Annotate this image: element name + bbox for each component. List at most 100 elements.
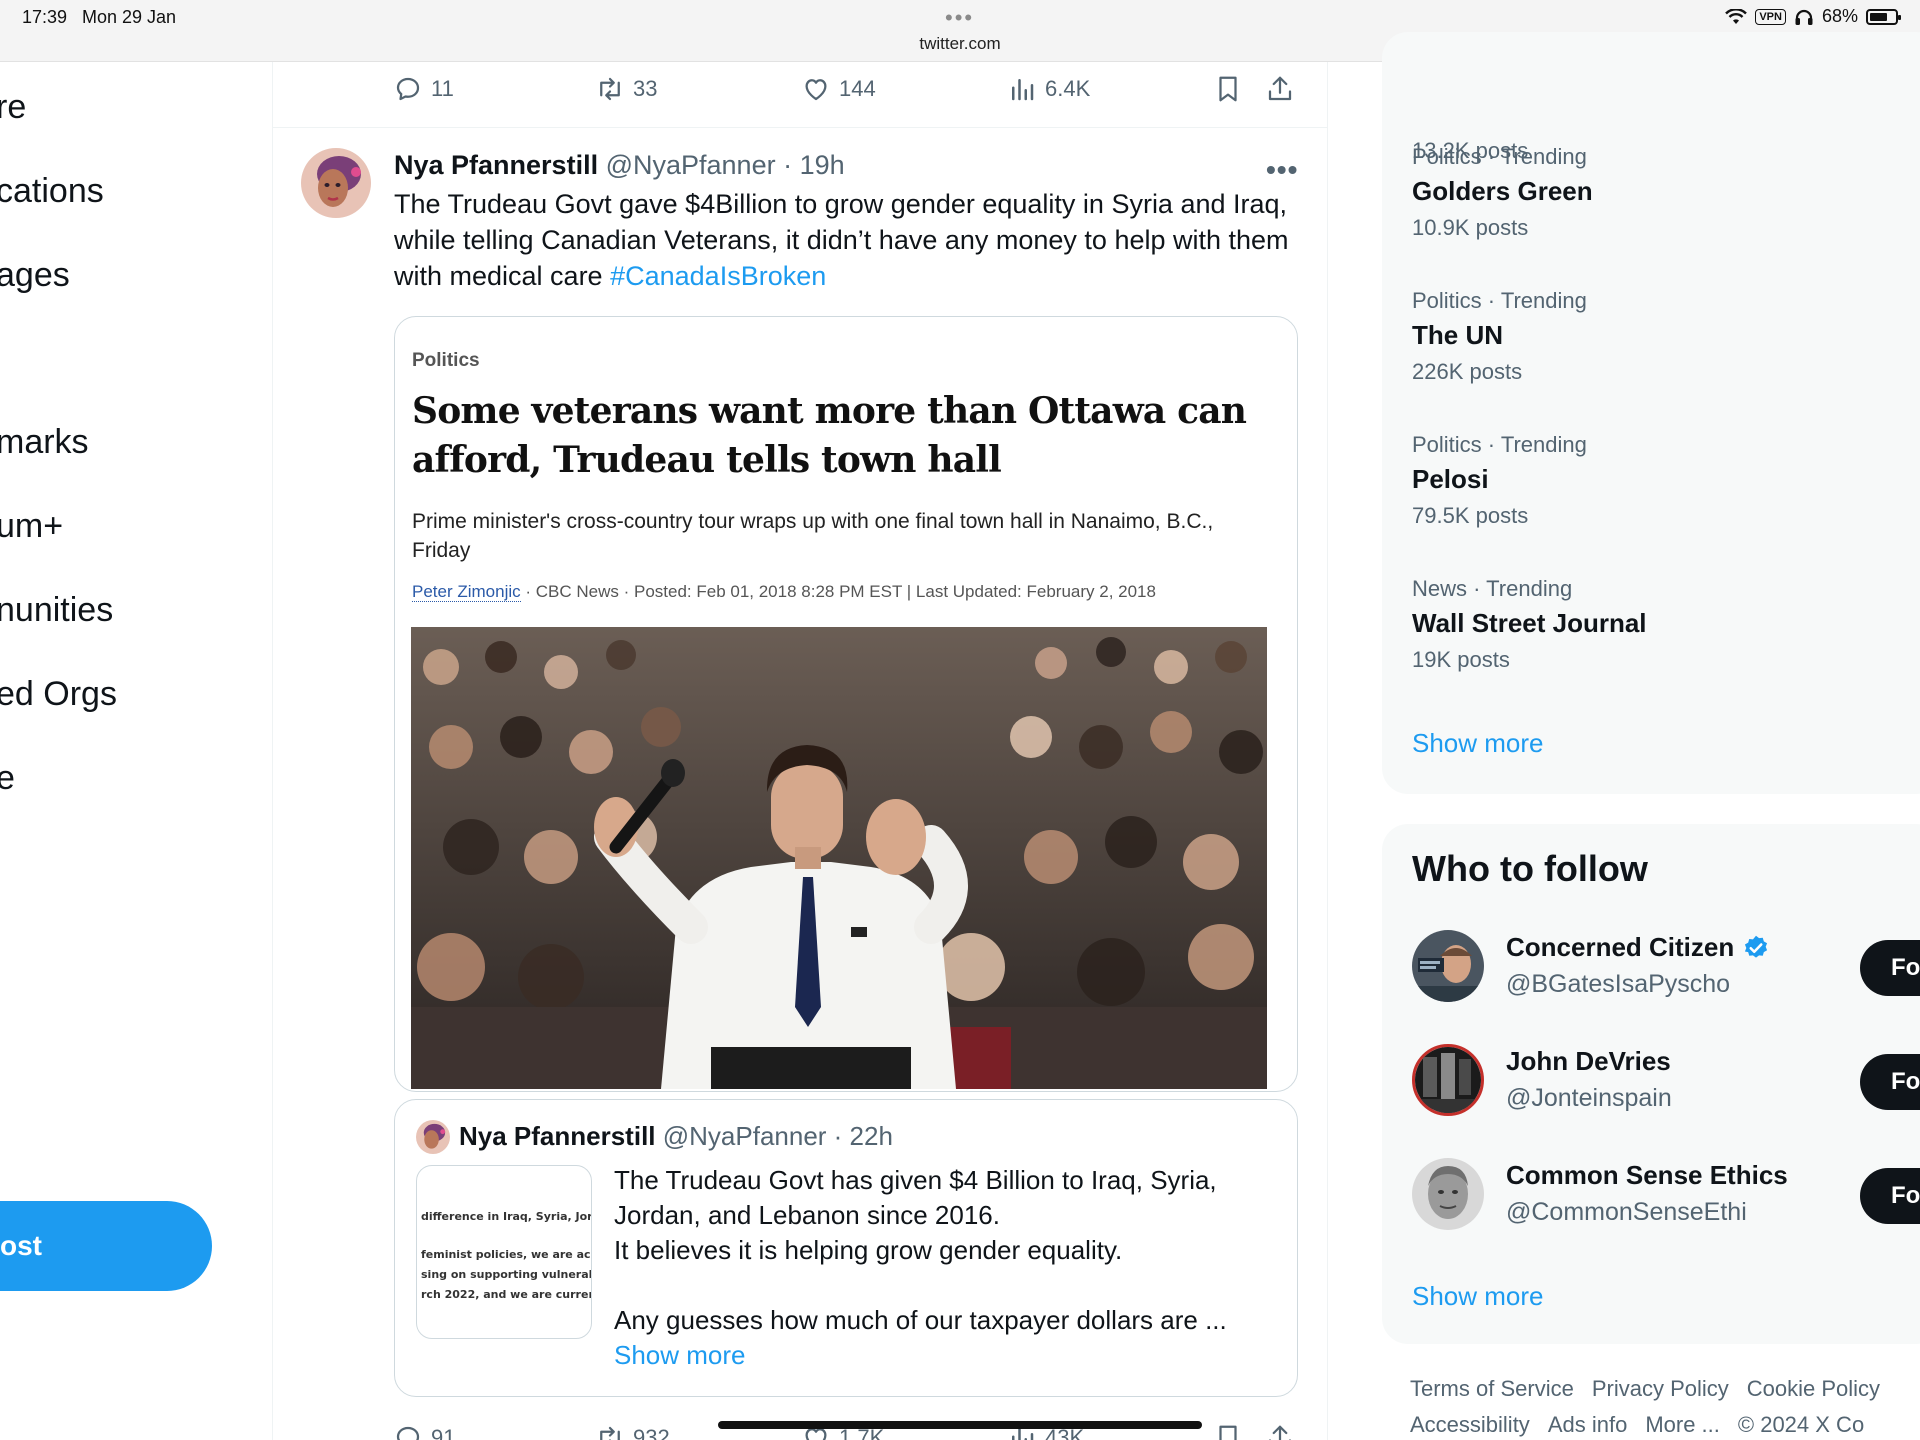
footer-link[interactable]: Terms of Service: [1410, 1376, 1574, 1401]
nav-item-explore[interactable]: re: [0, 88, 26, 127]
nav-item-premium[interactable]: um+: [0, 507, 63, 546]
repost-icon: [600, 1426, 620, 1440]
article-photo: [411, 627, 1267, 1089]
hashtag-link[interactable]: #CanadaIsBroken: [610, 261, 826, 291]
who-to-follow-title: Who to follow: [1412, 848, 1648, 889]
battery-percent: 68%: [1821, 6, 1858, 26]
post-button[interactable]: ost: [0, 1201, 212, 1291]
follow-button[interactable]: Follo: [1860, 1054, 1920, 1110]
share-icon: [1268, 1425, 1292, 1440]
tweet-author[interactable]: Nya Pfannerstill @NyaPfanner · 19h: [394, 150, 845, 181]
quoted-show-more-link[interactable]: Show more: [614, 1340, 746, 1371]
trend-context: News · Trending: [1412, 576, 1573, 601]
nav-item-profile[interactable]: e: [0, 759, 15, 798]
footer-link[interactable]: More ...: [1645, 1412, 1720, 1437]
home-indicator[interactable]: [718, 1421, 1202, 1429]
right-sidebar: 13.2K posts Politics · Trending Golders …: [1382, 32, 1920, 1440]
tweet-avatar[interactable]: [301, 148, 371, 218]
tweet-body: The Trudeau Govt gave $4Billion to grow …: [394, 189, 1289, 291]
trend-context: Politics · Trending: [1412, 288, 1587, 313]
byline-author-link[interactable]: Peter Zimonjic: [412, 582, 521, 602]
reply-button[interactable]: 11: [393, 74, 454, 104]
card-category: Politics: [412, 350, 480, 371]
quoted-author-name[interactable]: Nya Pfannerstill: [459, 1121, 656, 1151]
trend-item[interactable]: Politics · Trending Golders Green 10.9K …: [1412, 144, 1593, 241]
analytics-icon: [1012, 79, 1034, 101]
author-name[interactable]: Nya Pfannerstill: [394, 150, 598, 180]
trend-item[interactable]: News · Trending Wall Street Journal 19K …: [1412, 576, 1647, 673]
trends-panel: 13.2K posts Politics · Trending Golders …: [1382, 32, 1920, 794]
share-button[interactable]: [1265, 74, 1295, 104]
thumb-text-line: rch 2022, and we are currently: [421, 1288, 591, 1301]
follow-button[interactable]: Follo: [1860, 940, 1920, 996]
trends-show-more-link[interactable]: Show more: [1412, 728, 1544, 759]
card-byline: Peter Zimonjic · CBC News · Posted: Feb …: [412, 582, 1156, 602]
nav-item-verified-orgs[interactable]: ed Orgs: [0, 675, 117, 714]
suggestion-avatar[interactable]: [1412, 930, 1484, 1002]
nav-item-notifications[interactable]: cations: [0, 172, 104, 211]
quoted-tweet[interactable]: Nya Pfannerstill @NyaPfanner · 22h diffe…: [394, 1099, 1298, 1397]
tweet-divider: [273, 127, 1327, 128]
suggestion-name-row[interactable]: Concerned Citizen: [1506, 932, 1770, 963]
trend-name: Golders Green: [1412, 176, 1593, 206]
views-button[interactable]: 6.4K: [1007, 74, 1090, 104]
like-button[interactable]: 144: [801, 74, 876, 104]
share-icon: [1268, 76, 1292, 101]
nav-item-bookmarks[interactable]: marks: [0, 423, 89, 462]
footer-link[interactable]: Ads info: [1548, 1412, 1628, 1437]
follow-suggestion[interactable]: Common Sense Ethics @CommonSenseEthi Fol…: [1412, 1158, 1920, 1238]
bookmark-icon: [1219, 1425, 1237, 1440]
reply-count: 91: [431, 1425, 456, 1440]
suggestion-avatar[interactable]: [1412, 1044, 1484, 1116]
trend-context: Politics · Trending: [1412, 144, 1587, 169]
suggestion-name[interactable]: Common Sense Ethics: [1506, 1160, 1788, 1191]
quoted-tweet-author[interactable]: Nya Pfannerstill @NyaPfanner · 22h: [459, 1121, 893, 1152]
left-navigation: re cations ages marks um+ nunities ed Or…: [0, 62, 272, 1440]
footer-link[interactable]: Accessibility: [1410, 1412, 1530, 1437]
reply-icon: [396, 1426, 420, 1440]
follow-button[interactable]: Follo: [1860, 1168, 1920, 1224]
author-handle-time: @NyaPfanner · 19h: [605, 150, 845, 180]
trend-post-count: 79.5K posts: [1412, 503, 1529, 528]
follow-suggestion[interactable]: Concerned Citizen @BGatesIsaPyscho Follo: [1412, 930, 1920, 1010]
repost-button[interactable]: 932: [595, 1423, 670, 1440]
follow-suggestion[interactable]: John DeVries @Jonteinspain Follo: [1412, 1044, 1920, 1124]
multitask-dots-icon[interactable]: •••: [945, 5, 974, 31]
suggestion-name[interactable]: John DeVries: [1506, 1046, 1671, 1077]
footer-link[interactable]: Privacy Policy: [1592, 1376, 1729, 1401]
quoted-tweet-image[interactable]: difference in Iraq, Syria, Jord feminist…: [416, 1165, 592, 1339]
reply-icon: [396, 77, 420, 101]
reply-count: 11: [431, 76, 454, 101]
footer-copyright: © 2024 X Co: [1737, 1412, 1865, 1437]
trend-item[interactable]: Politics · Trending The UN 226K posts: [1412, 288, 1587, 385]
suggestion-avatar[interactable]: [1412, 1158, 1484, 1230]
footer-links-row-2: Accessibility Ads info More ... © 2024 X Co: [1410, 1412, 1882, 1438]
reply-button[interactable]: 91: [393, 1423, 455, 1440]
thumb-text-line: difference in Iraq, Syria, Jord: [421, 1210, 592, 1223]
bookmark-icon: [1219, 76, 1237, 102]
bookmark-button[interactable]: [1213, 1423, 1243, 1440]
headphones-icon: [1795, 9, 1813, 25]
status-date: Mon 29 Jan: [82, 7, 177, 27]
suggestion-name: Concerned Citizen: [1506, 932, 1735, 962]
footer-link[interactable]: Cookie Policy: [1747, 1376, 1880, 1401]
suggestion-handle: @CommonSenseEthi: [1506, 1198, 1747, 1226]
who-to-follow-panel: Who to follow Concerned Citizen @BGatesI…: [1382, 824, 1920, 1344]
trend-post-count: 226K posts: [1412, 359, 1523, 384]
trend-context: Politics · Trending: [1412, 432, 1587, 457]
footer-links-row-1: Terms of Service Privacy Policy Cookie Pol…: [1410, 1376, 1898, 1402]
link-card[interactable]: Politics Some veterans want more than Ot…: [394, 316, 1298, 1092]
nav-item-communities[interactable]: nunities: [0, 591, 113, 630]
trend-item[interactable]: Politics · Trending Pelosi 79.5K posts: [1412, 432, 1587, 529]
repost-button[interactable]: 33: [595, 74, 657, 104]
nav-item-messages[interactable]: ages: [0, 256, 70, 295]
share-button[interactable]: [1265, 1423, 1295, 1440]
more-options-icon[interactable]: •••: [1266, 154, 1298, 186]
bookmark-button[interactable]: [1213, 74, 1243, 104]
vpn-badge: VPN: [1755, 8, 1786, 25]
trend-post-count: 10.9K posts: [1412, 215, 1529, 240]
repost-icon: [600, 77, 620, 101]
card-subtitle: Prime minister's cross-country tour wrap…: [412, 510, 1214, 562]
quoted-tweet-avatar[interactable]: [416, 1120, 450, 1154]
follow-show-more-link[interactable]: Show more: [1412, 1281, 1544, 1312]
